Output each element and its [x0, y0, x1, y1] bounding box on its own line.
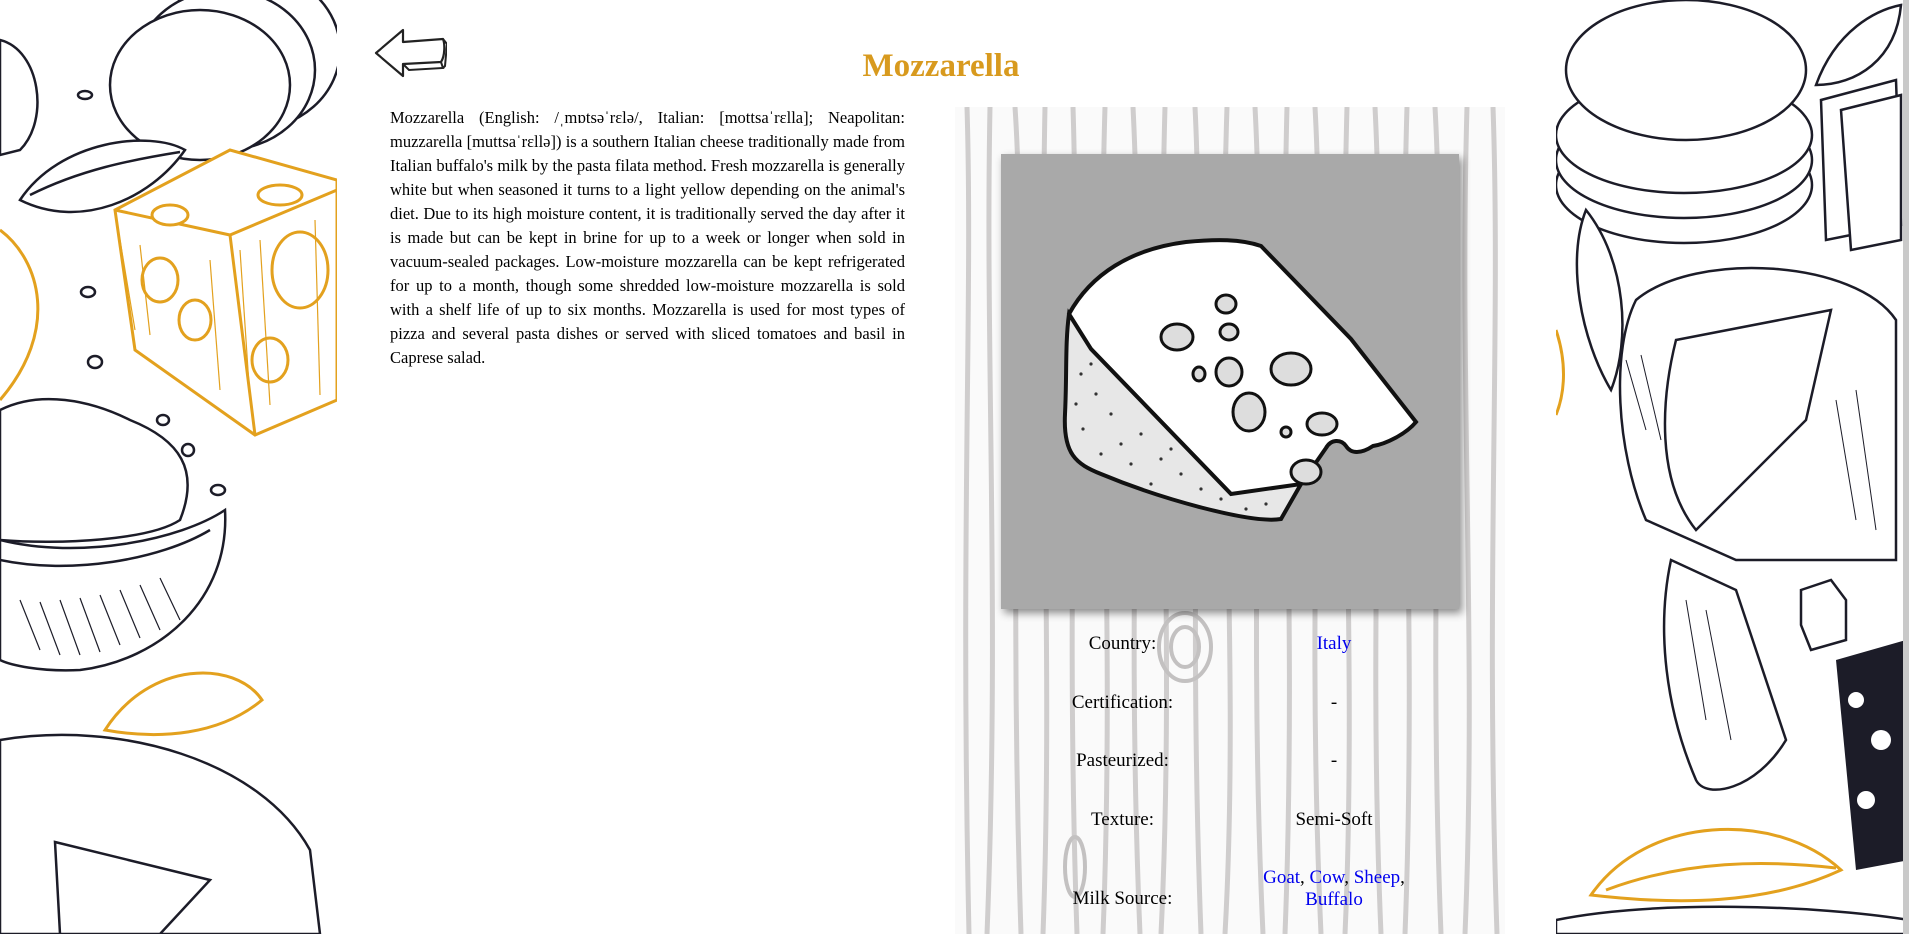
certification-value: -	[1330, 692, 1338, 713]
milk-source-goat-link[interactable]: Goat	[1263, 867, 1300, 888]
country-label: Country:	[1088, 633, 1157, 654]
pasteurized-value: -	[1330, 750, 1338, 771]
cheese-illustration-left	[0, 0, 337, 934]
cheese-illustration-right	[1556, 0, 1909, 934]
cheese-description: Mozzarella (English: /ˌmɒtsəˈrɛlə/, Ital…	[390, 108, 905, 367]
cheese-wedge-illustration	[1062, 238, 1419, 522]
milk-source-list: Goat, Cow, Sheep, Buffalo	[1263, 867, 1405, 910]
certification-label: Certification:	[1071, 692, 1174, 713]
milk-source-sheep-link[interactable]: Sheep	[1354, 867, 1400, 888]
milk-source-cow-link[interactable]: Cow	[1310, 867, 1345, 888]
pasteurized-label: Pasteurized:	[1076, 750, 1169, 771]
country-link[interactable]: Italy	[1243, 633, 1425, 655]
milk-source-buffalo-link[interactable]: Buffalo	[1305, 889, 1363, 910]
cheese-image	[1001, 154, 1459, 609]
milk-source-label: Milk Source:	[1072, 888, 1173, 909]
right-decorative-panel	[1556, 0, 1909, 934]
texture-label: Texture:	[1090, 809, 1155, 830]
scrollbar-thumb[interactable]	[1903, 0, 1909, 934]
texture-value: Semi-Soft	[1295, 809, 1373, 830]
page-title: Mozzarella	[862, 48, 1020, 84]
left-decorative-panel	[0, 0, 337, 934]
